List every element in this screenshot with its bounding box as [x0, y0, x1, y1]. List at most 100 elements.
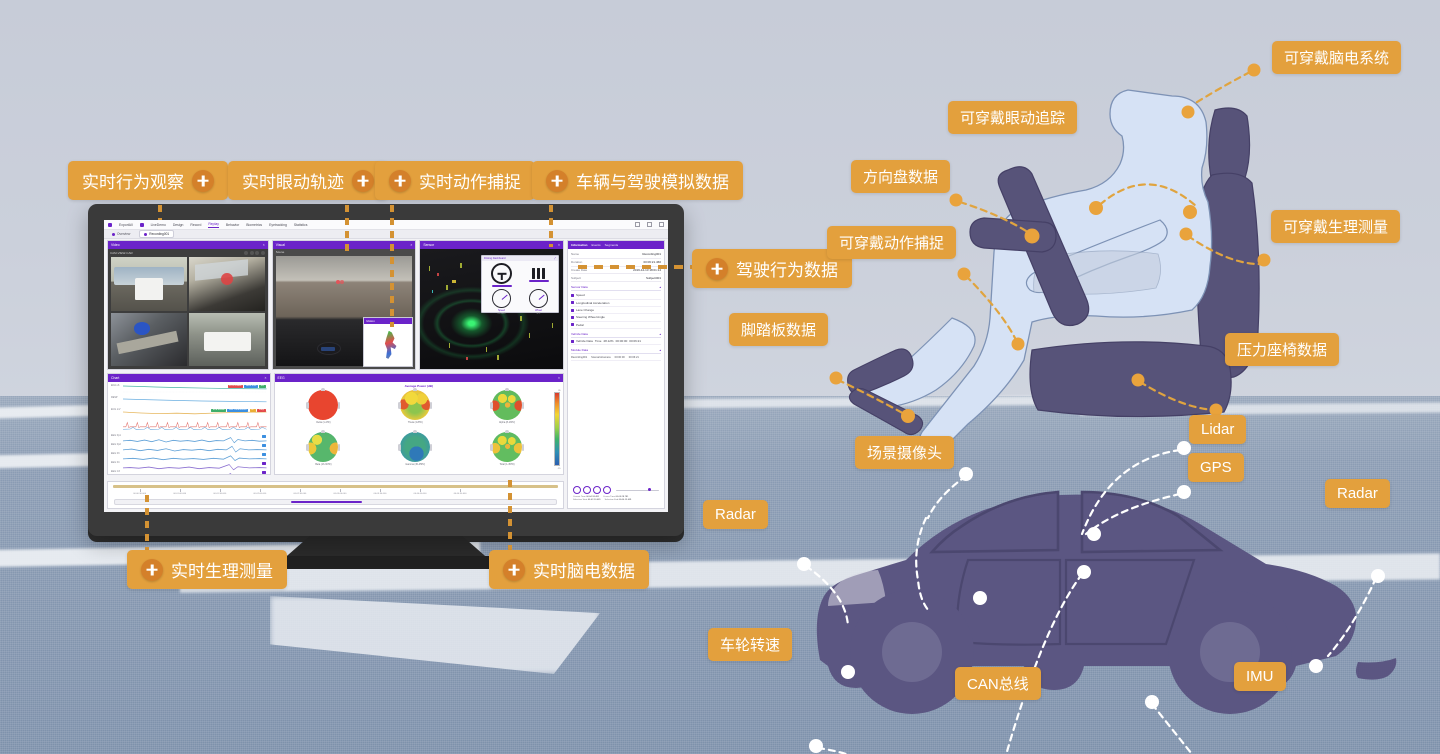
topomap-beta[interactable]: Beta (13-30Hz) — [279, 431, 369, 472]
section-vehicle-data[interactable]: Vehicle Data ▴ — [571, 331, 661, 338]
legend-chip[interactable]: SC — [249, 409, 256, 412]
trace-legend[interactable] — [261, 453, 266, 456]
legend-chip[interactable]: Temp — [256, 409, 266, 412]
trace-row[interactable]: EEG Fp1 — [111, 434, 267, 444]
menu-item-replay[interactable]: Replay — [208, 222, 219, 228]
menu-item-biometrics[interactable]: Biometrics — [246, 223, 262, 227]
trace-legend[interactable] — [261, 462, 266, 465]
expand-icon[interactable] — [260, 251, 265, 255]
info-tab-events[interactable]: Events — [592, 243, 601, 247]
trace-legend[interactable] — [261, 471, 266, 474]
callout-radar-front[interactable]: Radar — [703, 500, 768, 529]
topomap-gamma[interactable]: Gamma (30-45Hz) — [370, 431, 460, 472]
chevron-up-icon[interactable]: ▴ — [659, 348, 661, 352]
step-back-icon[interactable] — [583, 486, 591, 495]
play-icon[interactable] — [593, 486, 601, 495]
panel-close-icon[interactable]: × — [410, 243, 412, 247]
video-toolbar[interactable] — [244, 251, 265, 255]
chevron-up-icon[interactable]: ▴ — [659, 285, 661, 289]
plus-icon[interactable] — [141, 558, 163, 581]
callout-pedal-data[interactable]: 脚踏板数据 — [729, 313, 829, 346]
callout-behavior-observation[interactable]: 实时行为观察 — [68, 161, 228, 200]
video-cell-side[interactable] — [188, 312, 265, 366]
video-cell-driver[interactable] — [188, 257, 265, 311]
callout-physio-measurement[interactable]: 实时生理测量 — [127, 550, 287, 589]
info-tab-information[interactable]: Information — [571, 243, 588, 247]
callout-wearable-eeg[interactable]: 可穿戴脑电系统 — [1272, 41, 1402, 74]
callout-lidar[interactable]: Lidar — [1189, 415, 1247, 444]
panel-information-header[interactable]: Information Events Segments — [568, 241, 664, 249]
topomap-theta[interactable]: Theta (4-8Hz) — [370, 390, 460, 430]
list-item[interactable]: Longitudinal Acceleration — [571, 300, 661, 307]
callout-radar-rear[interactable]: Radar — [1325, 479, 1390, 508]
step-forward-icon[interactable] — [603, 486, 611, 495]
list-item[interactable]: Steering Wheel Angle — [571, 314, 661, 322]
callout-gps[interactable]: GPS — [1188, 453, 1244, 482]
plus-icon[interactable] — [192, 169, 214, 192]
panel-chart-header[interactable]: Chart × — [108, 374, 270, 382]
legend-chip[interactable]: Heart Rate — [244, 385, 258, 388]
legend-chip[interactable]: EDA Enable — [211, 409, 227, 412]
close-button[interactable] — [659, 222, 664, 227]
vehicle-data-row[interactable]: Vehicle Data Time 48.12% 00:00:00 00:06:… — [571, 338, 661, 346]
menu-item-design[interactable]: Design — [173, 223, 184, 227]
callout-motion-capture[interactable]: 实时动作捕捉 — [375, 161, 535, 200]
menu-item-statistics[interactable]: Statistics — [294, 223, 308, 227]
panel-lidar-header[interactable]: Sensor × — [420, 241, 563, 249]
trace-row[interactable]: EEG C3 — [111, 470, 267, 474]
trace-row[interactable] — [111, 420, 267, 433]
menu-item-behavior[interactable]: Behavior — [226, 223, 239, 227]
chevron-up-icon[interactable]: ▴ — [659, 332, 661, 336]
panel-close-icon[interactable]: × — [558, 243, 560, 247]
panel-video-header[interactable]: Video × — [108, 241, 268, 249]
grid-icon[interactable] — [249, 251, 254, 255]
plus-icon[interactable] — [352, 169, 374, 192]
trace-row[interactable]: RESP — [111, 396, 267, 407]
legend-chip[interactable]: Skin Conductance — [227, 409, 249, 412]
callout-eye-tracking[interactable]: 实时眼动轨迹 — [228, 161, 388, 200]
plus-icon[interactable] — [706, 257, 728, 280]
dashboard-header[interactable]: Driving Dashboard ⤢ — [482, 256, 558, 261]
plus-icon[interactable] — [389, 169, 411, 192]
topomap-delta[interactable]: Delta (1-4Hz) — [279, 390, 369, 430]
camera-icon[interactable] — [244, 251, 249, 255]
trace-legend[interactable] — [261, 444, 266, 447]
transport-controls[interactable]: Current Time 00:04:18.481 Cursor Time 00… — [573, 486, 659, 501]
timeline-scrollbar[interactable] — [114, 499, 557, 505]
menu-item-livedemo[interactable]: LiveDemo — [151, 223, 166, 227]
callout-wearable-eye-tracking[interactable]: 可穿戴眼动追踪 — [948, 101, 1078, 134]
list-item[interactable]: Pedal — [571, 322, 661, 329]
section-module-data[interactable]: Module Data ▴ — [571, 347, 661, 355]
list-item[interactable]: Lane Change — [571, 307, 661, 315]
callout-eeg-data[interactable]: 实时脑电数据 — [489, 550, 649, 589]
menu-item-exportall[interactable]: ExportAll — [119, 223, 133, 227]
video-cell-overhead[interactable] — [111, 312, 187, 366]
callout-wheel-speed[interactable]: 车轮转速 — [708, 628, 793, 661]
callout-can-bus[interactable]: CAN总线 — [955, 667, 1041, 700]
callout-pressure-seat-data[interactable]: 压力座椅数据 — [1225, 333, 1340, 366]
menu-item-eyetracking[interactable]: Eyetracking — [269, 223, 287, 227]
timeline-scroll-thumb[interactable] — [291, 500, 362, 504]
info-tab-segments[interactable]: Segments — [605, 243, 619, 247]
section-sensor-data[interactable]: Sensor Data ▴ — [571, 284, 661, 292]
callout-imu[interactable]: IMU — [1234, 662, 1286, 691]
trace-row[interactable]: EDA uS ECG Enable Heart Rate RR — [111, 384, 267, 395]
callout-vehicle-sim-data[interactable]: 车辆与驾驶模拟数据 — [532, 161, 743, 200]
panel-eeg-header[interactable]: EEG × — [274, 374, 563, 382]
trace-legend[interactable]: ECG Enable Heart Rate RR — [227, 385, 266, 388]
panel-close-icon[interactable]: × — [558, 376, 560, 380]
timeline-track[interactable] — [113, 485, 558, 488]
callout-steering-wheel-data[interactable]: 方向盘数据 — [851, 160, 951, 193]
trace-legend[interactable] — [261, 435, 266, 438]
panel-close-icon[interactable]: × — [265, 376, 267, 380]
skip-back-icon[interactable] — [573, 486, 581, 495]
app-menu-bar[interactable]: ExportAll LiveDemo Design Record Replay … — [104, 220, 668, 230]
plus-icon[interactable] — [503, 558, 525, 581]
callout-scene-camera[interactable]: 场景摄像头 — [855, 436, 955, 469]
callout-wearable-motion-capture[interactable]: 可穿戴动作捕捉 — [827, 226, 957, 259]
timeline-bar[interactable]: 00:00:30.000 00:01:00.000 00:01:30.000 0… — [107, 481, 564, 509]
signal-traces[interactable]: EDA uS ECG Enable Heart Rate RR RESP ECG… — [111, 384, 267, 474]
trace-row[interactable]: EEG F4 — [111, 461, 267, 471]
record-icon[interactable] — [255, 251, 260, 255]
trace-row[interactable]: EEG Fp2 — [111, 443, 267, 453]
